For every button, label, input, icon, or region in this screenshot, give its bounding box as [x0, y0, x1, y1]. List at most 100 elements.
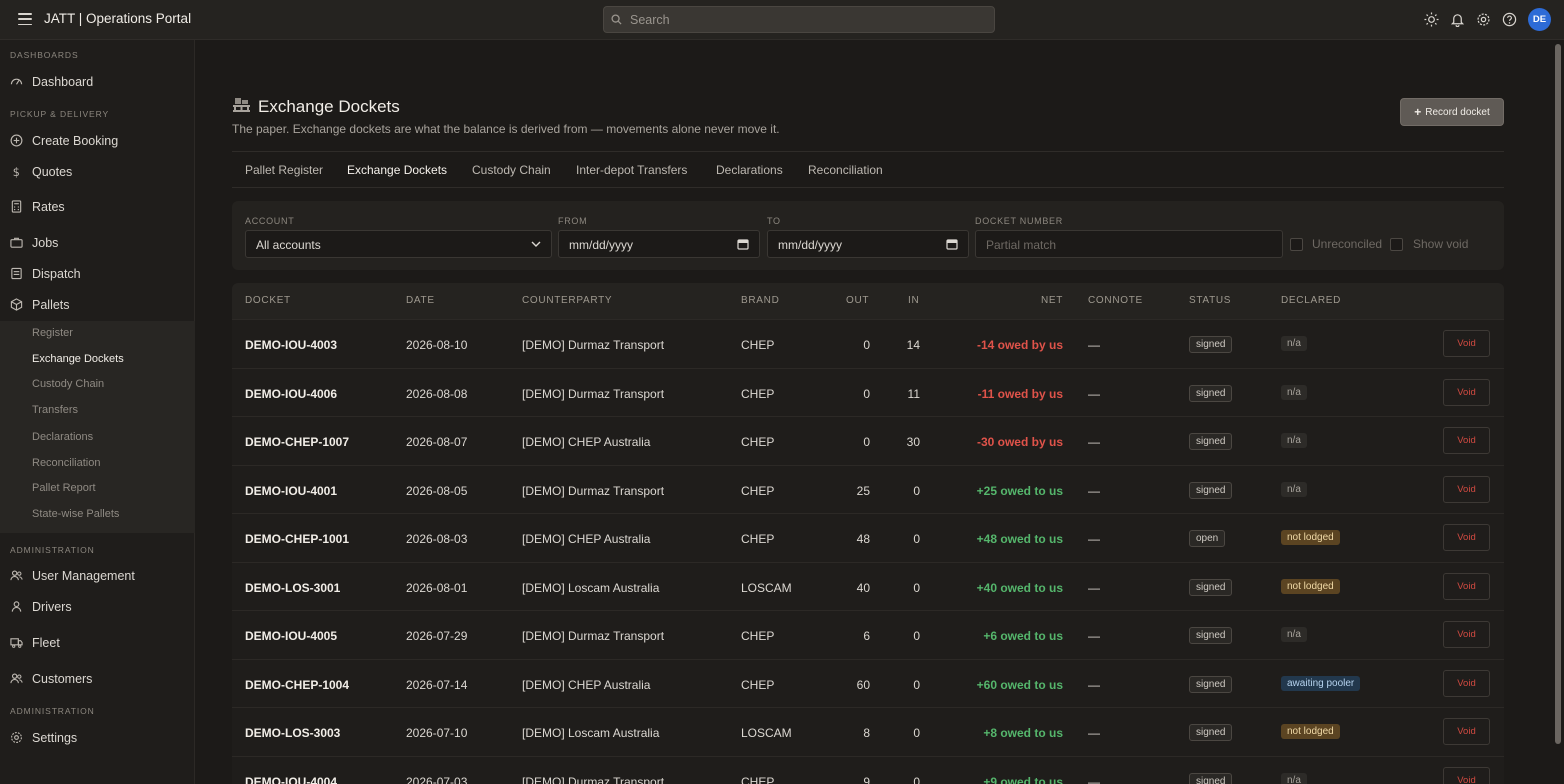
- header-status[interactable]: STATUS: [1189, 295, 1231, 306]
- void-button[interactable]: Void: [1443, 330, 1490, 357]
- header-declared[interactable]: DECLARED: [1281, 295, 1341, 306]
- in-cell: 11: [907, 386, 920, 401]
- page-scrollbar[interactable]: [1552, 40, 1564, 784]
- subnav-declarations[interactable]: Declarations: [0, 427, 195, 449]
- connote-cell: —: [1088, 677, 1100, 692]
- subnav-pallet-report[interactable]: Pallet Report: [0, 478, 195, 500]
- top-bar: JATT | Operations Portal DE: [0, 0, 1564, 40]
- docket-cell[interactable]: DEMO-CHEP-1004: [245, 678, 349, 692]
- subnav-register[interactable]: Register: [0, 323, 195, 345]
- sidebar-item-fleet[interactable]: Fleet: [0, 631, 195, 655]
- docket-number-placeholder: Partial match: [986, 238, 1057, 252]
- table-row[interactable]: DEMO-IOU-4006 2026-08-08 [DEMO] Durmaz Tra…: [232, 367, 1504, 417]
- table-row[interactable]: DEMO-IOU-4005 2026-07-29 [DEMO] Durmaz Tra…: [232, 610, 1504, 659]
- sidebar-item-drivers[interactable]: Drivers: [0, 595, 195, 619]
- sidebar-item-pallets[interactable]: Pallets: [0, 293, 195, 317]
- date-cell: 2026-08-07: [406, 435, 468, 449]
- tab-declarations[interactable]: Declarations: [716, 163, 783, 177]
- table-row[interactable]: DEMO-IOU-4001 2026-08-05 [DEMO] Durmaz Tra…: [232, 464, 1504, 514]
- table-row[interactable]: DEMO-IOU-4003 2026-08-10 [DEMO] Durmaz Tra…: [232, 319, 1504, 368]
- subnav-transfers[interactable]: Transfers: [0, 400, 195, 422]
- out-cell: 8: [863, 726, 870, 740]
- page-title: Exchange Dockets: [258, 97, 400, 116]
- users-icon: [10, 673, 23, 684]
- to-date-input[interactable]: mm/dd/yyyy: [767, 230, 969, 258]
- tab-inter-depot-transfers[interactable]: Inter-depot Transfers: [576, 163, 687, 177]
- bell-icon[interactable]: [1450, 12, 1465, 27]
- show-void-checkbox[interactable]: [1390, 238, 1403, 251]
- header-out[interactable]: OUT: [846, 295, 869, 306]
- header-docket[interactable]: DOCKET: [245, 295, 291, 306]
- avatar[interactable]: DE: [1528, 8, 1551, 31]
- header-date[interactable]: DATE: [406, 295, 435, 306]
- record-docket-button[interactable]: + Record docket: [1400, 98, 1504, 126]
- header-connote[interactable]: CONNOTE: [1088, 295, 1143, 306]
- tab-reconciliation[interactable]: Reconciliation: [808, 163, 883, 177]
- status-badge: signed: [1189, 627, 1233, 644]
- void-button[interactable]: Void: [1443, 718, 1490, 745]
- header-in[interactable]: IN: [908, 295, 919, 306]
- sidebar-item-dispatch[interactable]: Dispatch: [0, 262, 195, 286]
- menu-icon[interactable]: [18, 13, 32, 25]
- status-badge: signed: [1189, 336, 1233, 353]
- docket-cell[interactable]: DEMO-LOS-3003: [245, 726, 340, 740]
- counterparty-cell: [DEMO] Loscam Australia: [522, 580, 660, 595]
- subnav-reconciliation[interactable]: Reconciliation: [0, 453, 195, 475]
- from-date-input[interactable]: mm/dd/yyyy: [558, 230, 760, 258]
- table-row[interactable]: DEMO-CHEP-1004 2026-07-14 [DEMO] CHEP Aust…: [232, 658, 1504, 708]
- net-cell: +6 owed to us: [983, 629, 1063, 643]
- void-button[interactable]: Void: [1443, 766, 1490, 784]
- sidebar-item-dashboard[interactable]: Dashboard: [0, 70, 195, 94]
- scrollbar-thumb[interactable]: [1555, 44, 1561, 744]
- date-cell: 2026-07-03: [406, 774, 468, 784]
- sidebar-item-create-booking[interactable]: Create Booking: [0, 129, 195, 153]
- sun-icon[interactable]: [1424, 12, 1439, 27]
- sidebar-item-user-management[interactable]: User Management: [0, 564, 195, 588]
- table-row[interactable]: DEMO-LOS-3001 2026-08-01 [DEMO] Loscam Aus…: [232, 561, 1504, 611]
- subnav-state-wise-pallets[interactable]: State-wise Pallets: [0, 504, 195, 526]
- tab-exchange-dockets[interactable]: Exchange Dockets: [347, 163, 447, 177]
- docket-number-input[interactable]: Partial match: [975, 230, 1283, 258]
- help-icon[interactable]: [1502, 12, 1517, 27]
- gear-icon[interactable]: [1476, 12, 1491, 27]
- tab-pallet-register[interactable]: Pallet Register: [245, 163, 323, 177]
- docket-cell[interactable]: DEMO-LOS-3001: [245, 581, 340, 595]
- void-button[interactable]: Void: [1443, 669, 1490, 697]
- docket-cell[interactable]: DEMO-IOU-4003: [245, 338, 337, 352]
- header-brand[interactable]: BRAND: [741, 295, 780, 306]
- table-row[interactable]: DEMO-CHEP-1001 2026-08-03 [DEMO] CHEP Aust…: [232, 513, 1504, 562]
- search-input[interactable]: [630, 7, 990, 32]
- sidebar-item-customers[interactable]: Customers: [0, 667, 195, 691]
- net-cell: -30 owed by us: [976, 435, 1063, 449]
- table-row[interactable]: DEMO-IOU-4004 2026-07-03 [DEMO] Durmaz Tra…: [232, 755, 1504, 784]
- docket-cell[interactable]: DEMO-CHEP-1007: [245, 435, 349, 449]
- void-button[interactable]: Void: [1443, 572, 1490, 600]
- docket-cell[interactable]: DEMO-IOU-4006: [245, 387, 337, 401]
- docket-cell[interactable]: DEMO-IOU-4005: [245, 629, 337, 643]
- docket-cell[interactable]: DEMO-IOU-4001: [245, 484, 337, 498]
- sidebar-item-rates[interactable]: Rates: [0, 195, 195, 219]
- account-select[interactable]: All accounts: [245, 230, 552, 258]
- void-button[interactable]: Void: [1443, 427, 1490, 454]
- void-button[interactable]: Void: [1443, 621, 1490, 648]
- unreconciled-checkbox[interactable]: [1290, 238, 1303, 251]
- sidebar-item-settings[interactable]: Settings: [0, 726, 195, 750]
- search-box[interactable]: [603, 6, 995, 33]
- subnav-exchange-dockets[interactable]: Exchange Dockets: [0, 349, 195, 371]
- subnav-custody-chain[interactable]: Custody Chain: [0, 374, 195, 396]
- header-counterparty[interactable]: COUNTERPARTY: [522, 295, 612, 306]
- table-row[interactable]: DEMO-CHEP-1007 2026-08-07 [DEMO] CHEP Aust…: [232, 416, 1504, 465]
- void-button[interactable]: Void: [1443, 475, 1490, 503]
- sidebar-item-label: Customers: [32, 672, 93, 686]
- docket-cell[interactable]: DEMO-CHEP-1001: [245, 532, 349, 546]
- header-net[interactable]: NET: [1041, 295, 1063, 306]
- tab-custody-chain[interactable]: Custody Chain: [472, 163, 551, 177]
- gear-icon: [11, 732, 22, 743]
- table-row[interactable]: DEMO-LOS-3003 2026-07-10 [DEMO] Loscam Aus…: [232, 707, 1504, 756]
- declared-badge: n/a: [1281, 433, 1307, 448]
- sidebar-item-jobs[interactable]: Jobs: [0, 231, 195, 255]
- sidebar-item-quotes[interactable]: $ Quotes: [0, 160, 195, 184]
- void-button[interactable]: Void: [1443, 378, 1490, 406]
- void-button[interactable]: Void: [1443, 524, 1490, 551]
- docket-cell[interactable]: DEMO-IOU-4004: [245, 775, 337, 784]
